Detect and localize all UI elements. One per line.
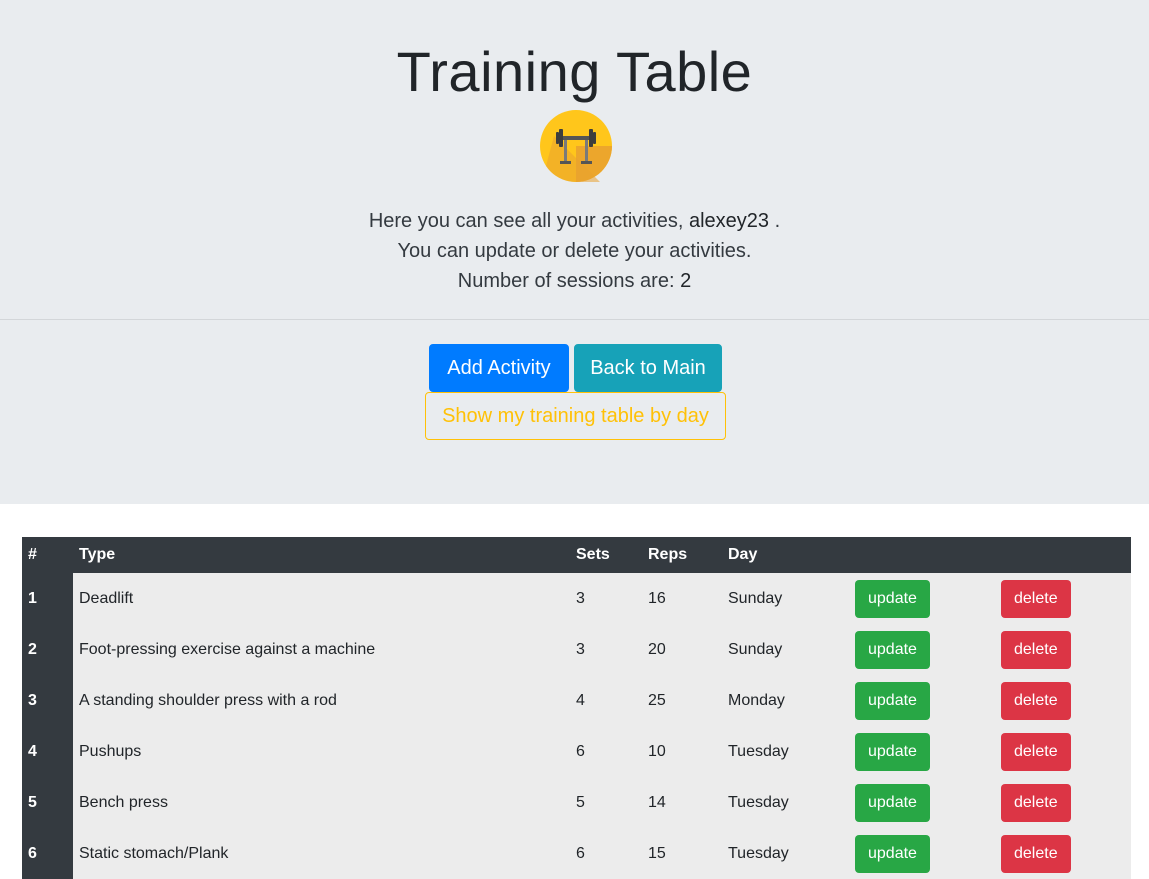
sessions-count: 2 bbox=[680, 270, 692, 292]
row-update-cell: update bbox=[849, 828, 995, 879]
row-sets: 3 bbox=[576, 589, 585, 607]
table-row: 4 Pushups 6 10 Tuesday update delete bbox=[22, 726, 1131, 777]
row-delete-cell: delete bbox=[995, 624, 1131, 675]
row-sets: 3 bbox=[576, 640, 585, 658]
column-header-sets: Sets bbox=[576, 546, 610, 563]
row-day: Tuesday bbox=[728, 742, 789, 760]
row-delete-cell: delete bbox=[995, 573, 1131, 624]
update-button[interactable]: update bbox=[855, 579, 930, 618]
row-delete-cell: delete bbox=[995, 777, 1131, 828]
row-number: 6 bbox=[22, 828, 73, 879]
row-day: Sunday bbox=[728, 589, 783, 607]
delete-button[interactable]: delete bbox=[1001, 834, 1071, 873]
row-number: 2 bbox=[22, 624, 73, 675]
row-number: 3 bbox=[22, 675, 73, 726]
row-sets: 5 bbox=[576, 793, 585, 811]
row-update-cell: update bbox=[849, 573, 995, 624]
column-header-reps: Reps bbox=[648, 546, 688, 563]
training-table: # Type Sets Reps Day 1 Deadlift 3 16 Sun… bbox=[22, 537, 1131, 879]
delete-button[interactable]: delete bbox=[1001, 579, 1071, 618]
table-row: 2 Foot-pressing exercise against a machi… bbox=[22, 624, 1131, 675]
row-type: Foot-pressing exercise against a machine bbox=[79, 640, 376, 658]
username: alexey23 bbox=[688, 210, 770, 232]
row-number: 5 bbox=[22, 777, 73, 828]
row-day: Tuesday bbox=[728, 793, 789, 811]
row-type: Deadlift bbox=[79, 589, 134, 607]
table-row: 3 A standing shoulder press with a rod 4… bbox=[22, 675, 1131, 726]
column-header-update bbox=[849, 537, 995, 573]
page-title: Training Table bbox=[396, 40, 753, 103]
table-row: 6 Static stomach/Plank 6 15 Tuesday upda… bbox=[22, 828, 1131, 879]
row-day: Sunday bbox=[728, 640, 783, 658]
update-button[interactable]: update bbox=[855, 681, 930, 720]
row-delete-cell: delete bbox=[995, 675, 1131, 726]
back-to-main-button[interactable]: Back to Main bbox=[574, 344, 722, 392]
sessions-text: Number of sessions are: 2 bbox=[0, 266, 1149, 296]
intro-suffix: . bbox=[774, 210, 781, 232]
delete-button[interactable]: delete bbox=[1001, 783, 1071, 822]
column-header-delete bbox=[995, 537, 1131, 573]
intro-text: Here you can see all your activities, al… bbox=[0, 206, 1149, 236]
row-reps: 10 bbox=[648, 742, 666, 760]
table-row: 5 Bench press 5 14 Tuesday update delete bbox=[22, 777, 1131, 828]
divider bbox=[0, 319, 1149, 320]
table-header-row: # Type Sets Reps Day bbox=[22, 537, 1131, 573]
row-reps: 14 bbox=[648, 793, 666, 811]
row-day: Tuesday bbox=[728, 844, 789, 862]
add-activity-button[interactable]: Add Activity bbox=[429, 344, 569, 392]
row-update-cell: update bbox=[849, 624, 995, 675]
row-number: 1 bbox=[22, 573, 73, 624]
sessions-label: Number of sessions are: bbox=[457, 270, 675, 292]
delete-button[interactable]: delete bbox=[1001, 681, 1071, 720]
column-header-day: Day bbox=[728, 546, 758, 563]
row-delete-cell: delete bbox=[995, 828, 1131, 879]
delete-button[interactable]: delete bbox=[1001, 630, 1071, 669]
row-update-cell: update bbox=[849, 726, 995, 777]
column-header-type: Type bbox=[79, 546, 116, 563]
row-update-cell: update bbox=[849, 777, 995, 828]
row-sets: 6 bbox=[576, 844, 585, 862]
update-button[interactable]: update bbox=[855, 783, 930, 822]
row-reps: 25 bbox=[648, 691, 666, 709]
row-number: 4 bbox=[22, 726, 73, 777]
delete-button[interactable]: delete bbox=[1001, 732, 1071, 771]
update-button[interactable]: update bbox=[855, 732, 930, 771]
row-type: A standing shoulder press with a rod bbox=[79, 691, 337, 709]
row-reps: 15 bbox=[648, 844, 666, 862]
jumbotron: Training Table Here you can see all your… bbox=[0, 0, 1149, 504]
row-sets: 4 bbox=[576, 691, 585, 709]
show-by-day-button[interactable]: Show my training table by day bbox=[425, 392, 726, 440]
intro-prefix: Here you can see all your activities, bbox=[368, 210, 684, 232]
row-reps: 16 bbox=[648, 589, 666, 607]
row-type: Bench press bbox=[79, 793, 168, 811]
row-delete-cell: delete bbox=[995, 726, 1131, 777]
row-sets: 6 bbox=[576, 742, 585, 760]
instructions-text: You can update or delete your activities… bbox=[397, 240, 752, 262]
update-button[interactable]: update bbox=[855, 630, 930, 669]
barbell-rack-icon bbox=[540, 110, 612, 182]
row-update-cell: update bbox=[849, 675, 995, 726]
row-day: Monday bbox=[728, 691, 785, 709]
table-row: 1 Deadlift 3 16 Sunday update delete bbox=[22, 573, 1131, 624]
row-type: Static stomach/Plank bbox=[79, 844, 229, 862]
column-header-number: # bbox=[28, 546, 37, 563]
row-type: Pushups bbox=[79, 742, 142, 760]
update-button[interactable]: update bbox=[855, 834, 930, 873]
row-reps: 20 bbox=[648, 640, 666, 658]
